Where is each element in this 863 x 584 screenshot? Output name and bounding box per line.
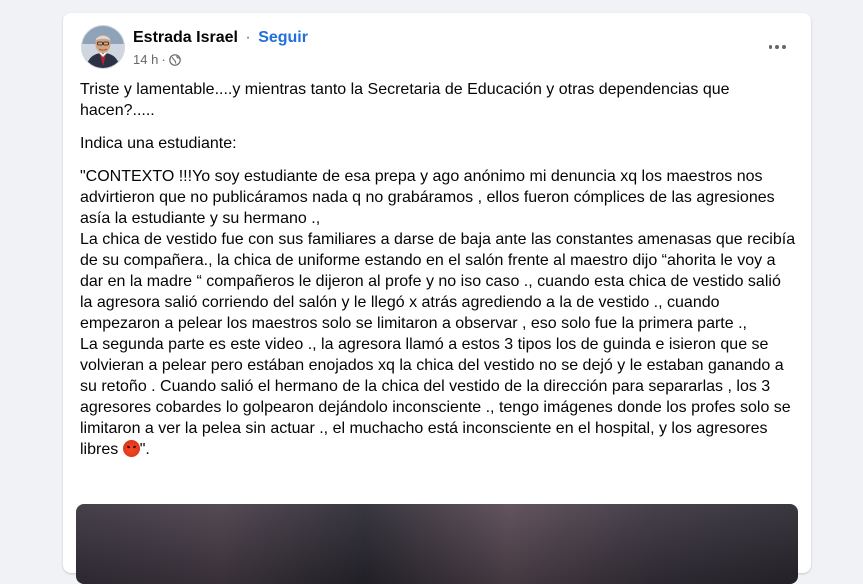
post-paragraph-intro: Triste y lamentable....y mientras tanto … xyxy=(80,81,730,119)
author-name[interactable]: Estrada Israel xyxy=(133,29,238,46)
post-text: Triste y lamentable....y mientras tanto … xyxy=(80,79,796,460)
follow-button[interactable]: Seguir xyxy=(258,29,308,46)
post-meta: 14 h · xyxy=(133,52,181,68)
context-line-3: La segunda parte es este video ., la agr… xyxy=(80,334,796,460)
context-line-2: La chica de vestido fue con sus familiar… xyxy=(80,231,796,332)
post-timestamp[interactable]: 14 h xyxy=(133,52,158,68)
more-options-icon[interactable] xyxy=(767,37,787,57)
post-header: Estrada Israel · Seguir 14 h · xyxy=(79,25,795,69)
context-line-3-text: La segunda parte es este video ., la agr… xyxy=(80,336,791,458)
meta-separator: · xyxy=(161,52,166,67)
angry-face-emoji-icon xyxy=(122,440,140,457)
author-avatar[interactable] xyxy=(81,25,125,69)
globe-icon[interactable] xyxy=(168,54,181,66)
author-line: Estrada Israel · Seguir xyxy=(133,28,308,48)
closing-quote: ". xyxy=(139,441,150,458)
name-separator: · xyxy=(245,29,251,46)
context-line-1: "CONTEXTO !!!Yo soy estudiante de esa pr… xyxy=(80,168,775,227)
post-paragraph-indica: Indica una estudiante: xyxy=(80,135,237,152)
post-video-thumbnail[interactable] xyxy=(76,504,798,584)
post-card: Estrada Israel · Seguir 14 h · Triste y … xyxy=(63,13,811,584)
